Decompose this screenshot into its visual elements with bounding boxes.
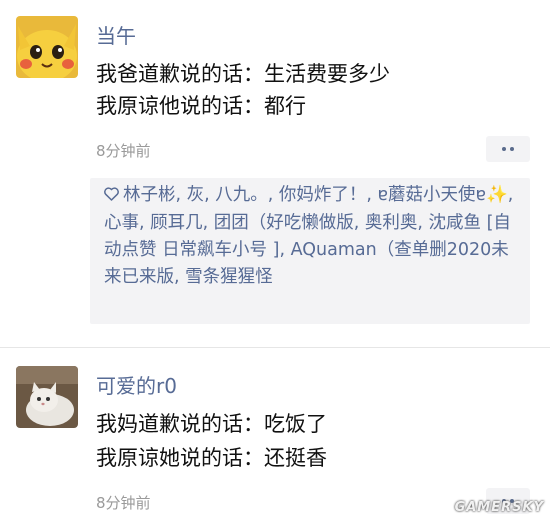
- moment-post-1: 当午 我爸道歉说的话：生活费要多少 我原谅他说的话：都行 8分钟前 林子彬, 灰…: [0, 0, 550, 347]
- dot-icon: [510, 147, 514, 151]
- watermark-logo: GAMERSKY: [454, 500, 544, 515]
- post-text-line-2: 我原谅他说的话：都行: [96, 94, 306, 118]
- avatar-pikachu[interactable]: [16, 16, 78, 78]
- post-text-line-1: 我爸道歉说的话：生活费要多少: [96, 62, 390, 86]
- more-options-button[interactable]: [486, 136, 530, 162]
- post-timestamp: 8分钟前: [96, 494, 151, 512]
- pikachu-avatar-icon: [16, 16, 78, 78]
- likes-list[interactable]: 林子彬, 灰, 八九。, 你妈炸了！, ɐ蘑菇小天使ɐ✨, 心事, 顾耳几, 团…: [104, 182, 524, 291]
- heart-icon: [104, 183, 119, 210]
- likes-names: 林子彬, 灰, 八九。, 你妈炸了！, ɐ蘑菇小天使ɐ✨, 心事, 顾耳几, 团…: [104, 185, 514, 287]
- avatar-cat[interactable]: [16, 366, 78, 428]
- likes-box: 林子彬, 灰, 八九。, 你妈炸了！, ɐ蘑菇小天使ɐ✨, 心事, 顾耳几, 团…: [90, 178, 530, 324]
- cat-avatar-icon: [16, 366, 78, 428]
- post-text-line-1: 我妈道歉说的话：吃饭了: [96, 412, 327, 436]
- post-text-line-2: 我原谅她说的话：还挺香: [96, 446, 327, 470]
- post-timestamp: 8分钟前: [96, 142, 151, 160]
- dot-icon: [502, 147, 506, 151]
- post-author-name[interactable]: 当午: [96, 20, 136, 49]
- post-author-name[interactable]: 可爱的r0: [96, 370, 177, 399]
